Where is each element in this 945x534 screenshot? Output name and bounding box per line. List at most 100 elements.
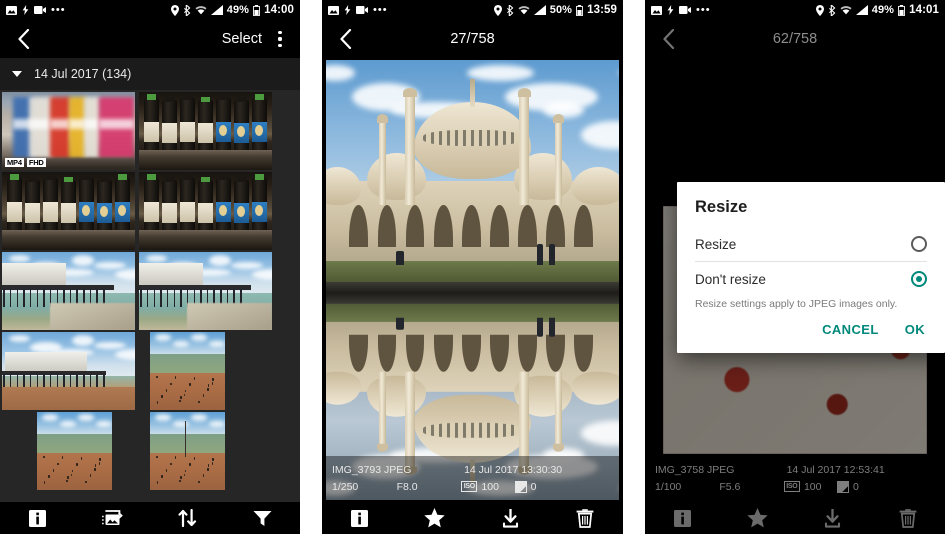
thumbnail-cell[interactable]: [139, 252, 272, 330]
ok-button[interactable]: OK: [905, 322, 925, 337]
bluetooth-icon: [828, 4, 836, 16]
wifi-icon: [840, 5, 852, 15]
exif-iso: ISO 100: [461, 479, 514, 495]
thumbnail-image: [150, 412, 225, 490]
thumbnail-cell[interactable]: [2, 332, 135, 410]
exif-row-secondary: 1/100 F5.6 ISO 100 0: [655, 479, 935, 495]
wifi-icon: [518, 5, 530, 15]
signal-icon: [210, 5, 223, 15]
panel-gallery-grid: ••• 49% 14:00 Select 14 Jul 2017 (134) M…: [0, 0, 300, 534]
dialog-option-resize[interactable]: Resize: [677, 227, 945, 261]
exif-exposure-compensation: 0: [836, 479, 935, 495]
thumbnail-badges: MP4 FHD: [5, 157, 46, 167]
radio-resize[interactable]: [911, 236, 927, 252]
app-bar: 27/758: [322, 20, 623, 58]
date-group-header[interactable]: 14 Jul 2017 (134): [0, 58, 300, 90]
back-chevron-icon[interactable]: [655, 26, 681, 52]
bottom-toolbar: [645, 502, 945, 534]
thumbnail-cell[interactable]: [139, 92, 272, 170]
thumbnail-cell[interactable]: [2, 252, 135, 330]
date-group-label: 14 Jul 2017 (134): [34, 67, 132, 81]
location-icon: [815, 4, 824, 16]
exif-iso-value: 100: [803, 480, 822, 493]
exif-shutter: 1/250: [332, 480, 359, 493]
status-bar-notifications: •••: [6, 5, 171, 16]
video-icon: [34, 6, 46, 14]
trash-icon[interactable]: [888, 503, 928, 533]
thumbnail-image: [150, 332, 225, 410]
status-bar-system: 49% 14:01: [815, 4, 939, 16]
exif-ev-value: 0: [530, 480, 537, 493]
thumbnail-image: [2, 172, 135, 250]
dialog-option-dont-resize[interactable]: Don't resize: [677, 262, 945, 296]
thumbnail-image: [2, 252, 135, 330]
exposure-compensation-icon: [836, 480, 849, 493]
status-bar-system: 50% 13:59: [493, 4, 617, 16]
flash-icon: [344, 5, 351, 15]
signal-icon: [533, 5, 546, 15]
status-bar-notifications: •••: [328, 4, 494, 16]
exif-row-secondary: 1/250 F8.0 ISO 100 0: [332, 479, 613, 495]
exif-exposure-compensation: 0: [514, 479, 613, 495]
signal-icon: [855, 5, 868, 15]
info-icon[interactable]: [663, 503, 703, 533]
thumbnail-cell[interactable]: [37, 412, 112, 490]
battery-percent: 49%: [226, 4, 250, 16]
bottom-toolbar: [322, 502, 623, 534]
bluetooth-icon: [183, 4, 191, 16]
info-icon[interactable]: [18, 503, 58, 533]
thumbnail-cell[interactable]: MP4 FHD: [2, 92, 135, 170]
trash-icon[interactable]: [565, 503, 605, 533]
battery-icon: [576, 4, 584, 16]
thumbnail-cell[interactable]: [150, 332, 225, 410]
thumbnail-badge: MP4: [5, 157, 24, 167]
status-bar: ••• 49% 14:01: [645, 0, 945, 20]
exif-ev-value: 0: [852, 480, 859, 493]
cancel-button[interactable]: CANCEL: [822, 322, 879, 337]
back-chevron-icon[interactable]: [10, 26, 36, 52]
flash-icon: [667, 5, 674, 15]
thumbnail-grid-scroll[interactable]: MP4 FHD: [0, 90, 300, 534]
panel-gap-2: [623, 0, 645, 534]
radio-dont-resize[interactable]: [911, 271, 927, 287]
status-bar-notifications: •••: [651, 4, 816, 16]
select-button[interactable]: Select: [214, 29, 270, 49]
caret-down-icon[interactable]: [12, 71, 22, 77]
dialog-actions: CANCEL OK: [677, 322, 945, 349]
dialog-option-resize-label: Resize: [695, 236, 737, 252]
clock: 14:01: [909, 4, 939, 16]
overflow-menu-icon[interactable]: [270, 26, 290, 52]
iso-icon: ISO: [461, 481, 478, 493]
exif-overlay: IMG_3793 JPEG 14 Jul 2017 13:30:30 1/250…: [322, 456, 623, 502]
exif-filename: IMG_3793 JPEG: [332, 464, 412, 477]
thumbnail-cell[interactable]: [2, 172, 135, 250]
thumbnail-image: [139, 92, 272, 170]
sort-icon[interactable]: [168, 503, 208, 533]
exif-aperture: F8.0: [396, 480, 418, 493]
screenshot-stage: ••• 49% 14:00 Select 14 Jul 2017 (134) M…: [0, 0, 945, 534]
info-icon[interactable]: [340, 503, 380, 533]
photo-royal-pavilion: [326, 60, 619, 500]
battery-percent: 50%: [549, 4, 573, 16]
battery-icon: [253, 4, 261, 16]
battery-percent: 49%: [871, 4, 895, 16]
bluetooth-icon: [506, 4, 514, 16]
video-icon: [679, 6, 691, 14]
thumbnail-image: [37, 412, 112, 490]
filter-icon[interactable]: [243, 503, 283, 533]
photo-area[interactable]: IMG_3793 JPEG 14 Jul 2017 13:30:30 1/250…: [322, 58, 623, 502]
dialog-note: Resize settings apply to JPEG images onl…: [695, 298, 898, 310]
exif-iso: ISO 100: [783, 479, 837, 495]
panel-photo-viewer: ••• 50% 13:59 27/758 IMG_3793 JPEG 14 Ju…: [322, 0, 623, 534]
more-icon: •••: [696, 4, 711, 16]
back-chevron-icon[interactable]: [332, 26, 358, 52]
star-icon[interactable]: [738, 503, 778, 533]
thumbnail-image: [2, 332, 135, 410]
download-icon[interactable]: [490, 503, 530, 533]
slideshow-icon[interactable]: [93, 503, 133, 533]
thumbnail-cell[interactable]: [150, 412, 225, 490]
more-icon: •••: [373, 4, 388, 16]
star-icon[interactable]: [415, 503, 455, 533]
download-icon[interactable]: [813, 503, 853, 533]
thumbnail-cell[interactable]: [139, 172, 272, 250]
